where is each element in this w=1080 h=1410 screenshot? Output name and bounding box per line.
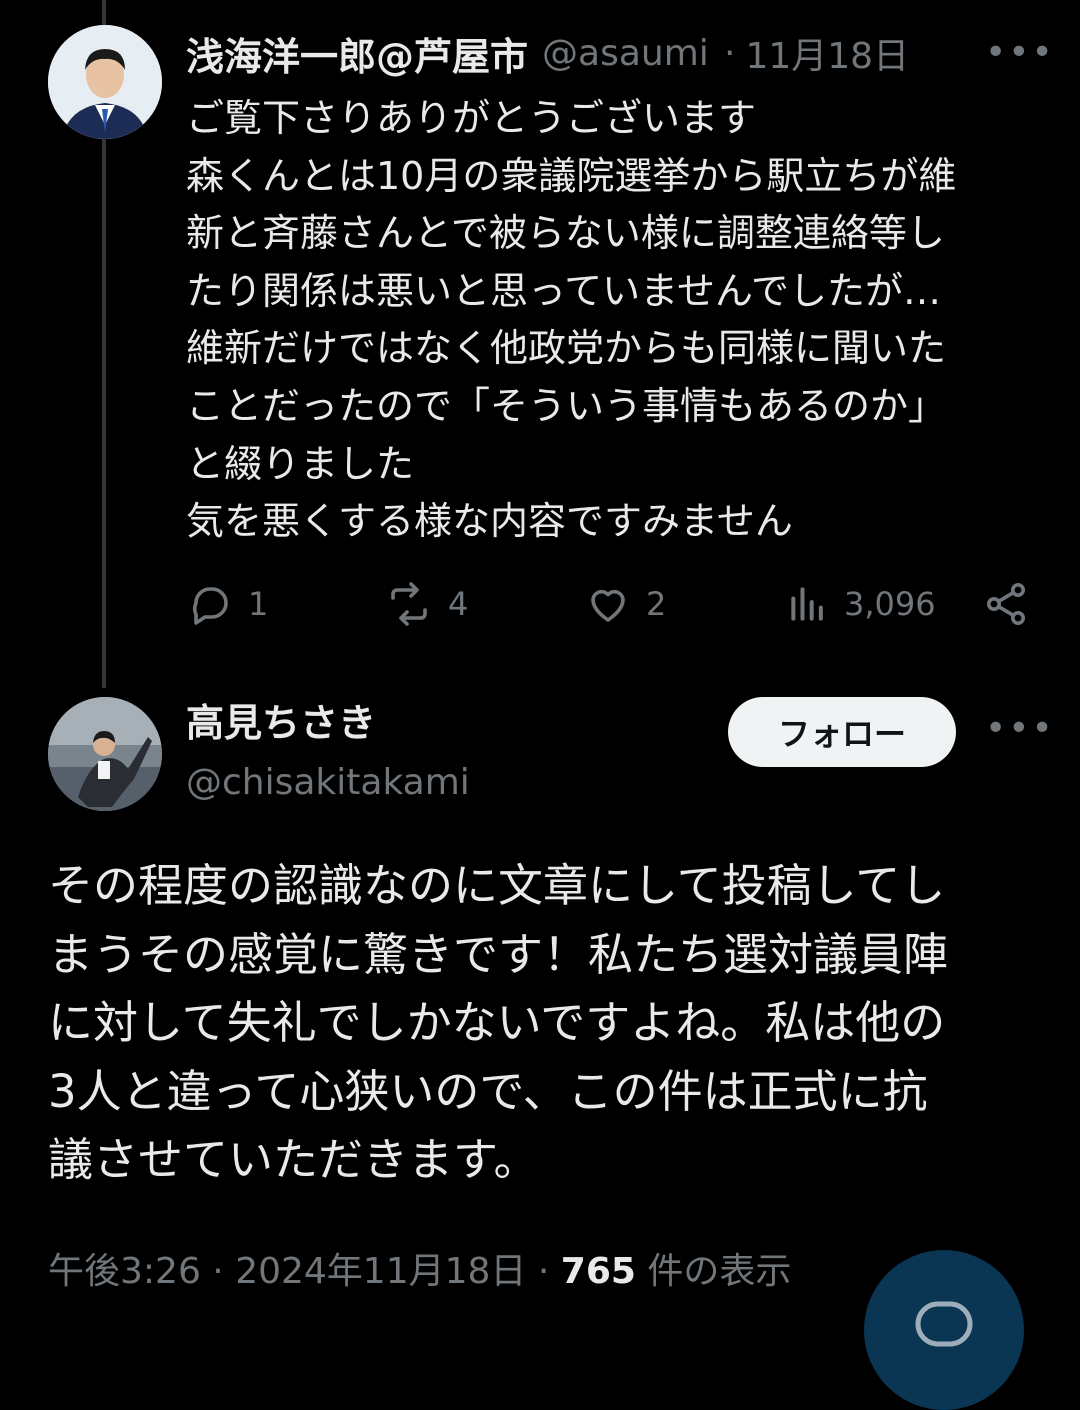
reply-count: 1 [248, 585, 269, 623]
more-options-button[interactable]: ••• [985, 708, 1055, 749]
tweet-text-line: ご覧下さりありがとうございます [186, 96, 757, 140]
views-icon [791, 587, 823, 621]
separator-dot: · [200, 1251, 236, 1292]
tweet-text-line: その程度の認識なのに文章にして投稿してし [48, 859, 946, 912]
tweet-text-line: 気を悪くする様な内容ですみません [186, 499, 793, 544]
tweet-text-line: に対して失礼でしかないですよね。私は他の [48, 996, 946, 1049]
tweet-text-line: ことだったので「そういう事情もあるのか」 [186, 383, 947, 428]
tweet-date[interactable]: 2024年11月18日 [235, 1251, 526, 1292]
tweet-text-line: 3人と違って心狭いので、この件は正式に抗 [48, 1064, 928, 1118]
like-count: 2 [646, 585, 667, 623]
separator-dot: · [526, 1251, 561, 1292]
views-count[interactable]: 765 [561, 1251, 636, 1292]
follow-button[interactable]: フォロー [728, 697, 956, 767]
avatar-photo-icon [48, 697, 162, 811]
like-button[interactable]: 2 [584, 580, 666, 628]
tweet-text-line: 森くんとは10月の衆議院選挙から駅立ちが維 [186, 153, 957, 198]
share-icon [987, 583, 1025, 625]
views-label: 件の表示 [635, 1251, 792, 1292]
repost-icon [391, 582, 427, 626]
separator-dot: · [724, 32, 736, 74]
tweet-text-line: 新と斉藤さんとで被らない様に調整連絡等し [186, 211, 945, 256]
tweet-metadata: 午後3:26 · 2024年11月18日 · 765 件の表示 [48, 1242, 791, 1294]
compose-icon [915, 1301, 973, 1347]
tweet-text-line: まうその感覚に驚きです！私たち選対議員陣 [48, 927, 949, 981]
reply-button[interactable]: 1 [186, 580, 268, 628]
author-name[interactable]: 高見ちさき [186, 698, 470, 748]
avatar[interactable] [48, 697, 162, 811]
tweet-time[interactable]: 午後3:26 [48, 1251, 201, 1292]
share-button[interactable] [982, 580, 1030, 628]
views-count: 3,096 [844, 585, 936, 623]
views-button[interactable]: 3,096 [786, 580, 936, 628]
author-handle[interactable]: @chisakitakami [186, 758, 470, 808]
avatar-photo-icon [48, 25, 162, 139]
repost-count: 4 [448, 585, 469, 623]
author-handle[interactable]: @asaumi [542, 33, 714, 74]
tweet-action-bar: 1 4 2 3,096 [186, 580, 1046, 632]
tweet-text-line: 維新だけではなく他政党からも同様に聞いた [186, 326, 947, 371]
tweet-date[interactable]: 11月18日 [745, 27, 909, 79]
like-icon [591, 589, 625, 622]
author-name[interactable]: 浅海洋一郎@芦屋市 [186, 26, 528, 81]
more-options-button[interactable]: ••• [985, 32, 1055, 73]
tweet-text: その程度の認識なのに文章にして投稿してし まうその感覚に驚きです！私たち選対議員… [48, 852, 1048, 1195]
tweet-text-line: 議させていただきます。 [48, 1133, 539, 1186]
tweet-text: ご覧下さりありがとうございます 森くんとは10月の衆議院選挙から駅立ちが維 新と… [186, 90, 1046, 551]
tweet-text-line: と綴りました [186, 441, 415, 486]
repost-button[interactable]: 4 [384, 580, 468, 628]
tweet-text-line: たり関係は悪いと思っていませんでしたが… [186, 268, 942, 313]
avatar[interactable] [48, 25, 162, 139]
reply-icon [192, 587, 228, 625]
